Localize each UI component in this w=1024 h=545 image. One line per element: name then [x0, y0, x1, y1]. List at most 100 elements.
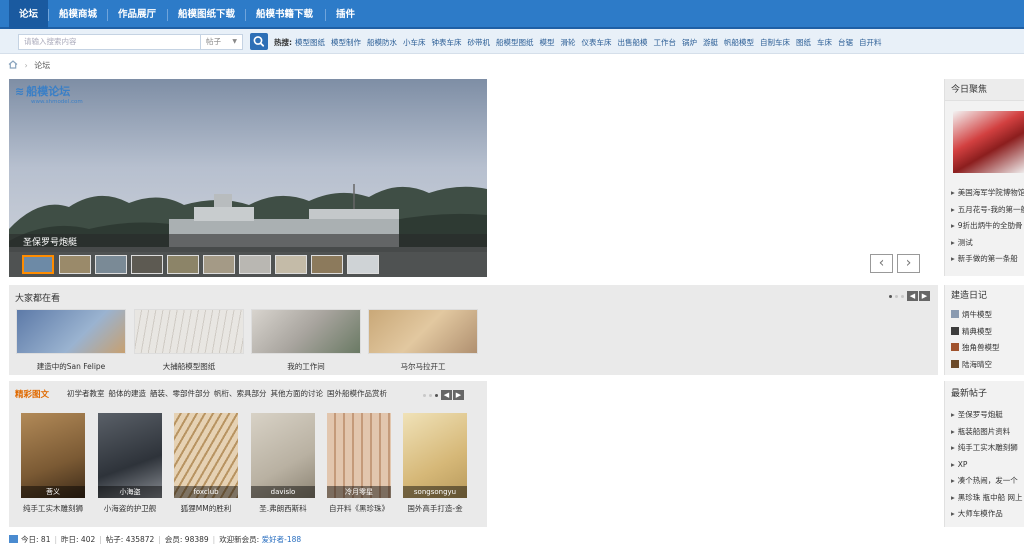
search-button[interactable]: [250, 33, 268, 50]
pager-prev-button[interactable]: ◀: [907, 291, 918, 301]
item-title[interactable]: 纯手工实木雕刻狮: [13, 503, 93, 514]
nav-drawings[interactable]: 船模图纸下载: [168, 0, 245, 29]
slide-thumb[interactable]: [275, 255, 307, 274]
item-title[interactable]: 建造中的San Felipe: [16, 361, 126, 372]
list-item[interactable]: 测试: [951, 235, 1024, 252]
hot-keyword[interactable]: 出售船模: [618, 38, 648, 47]
tab-fittings[interactable]: 舾装、零部件部分: [150, 389, 210, 398]
list-item[interactable]: 大师车模作品: [951, 506, 1024, 523]
thumb-image[interactable]: [16, 309, 126, 354]
list-item[interactable]: 精典模型: [951, 324, 1024, 341]
hot-keyword[interactable]: 砂带机: [468, 38, 491, 47]
author-name[interactable]: davislo: [251, 486, 315, 498]
prev-slide-button[interactable]: ‹: [870, 254, 893, 273]
tab-foreign[interactable]: 国外船模作品赏析: [327, 389, 387, 398]
slide-thumb[interactable]: [347, 255, 379, 274]
pager-dot[interactable]: [423, 393, 426, 397]
item-title[interactable]: 国外高手打造-金: [395, 503, 475, 514]
list-item[interactable]: 凑个热闹，发一个: [951, 473, 1024, 490]
slide-caption[interactable]: 圣保罗号炮艇: [9, 234, 487, 252]
item-title[interactable]: 马尔马拉开工: [368, 361, 478, 372]
list-item[interactable]: XP: [951, 457, 1024, 474]
hot-keyword[interactable]: 钟表车床: [432, 38, 462, 47]
nav-plugins[interactable]: 插件: [326, 0, 365, 29]
item-title[interactable]: 狐狸MM的胜利: [166, 503, 246, 514]
pager-dot[interactable]: [901, 294, 904, 298]
pager-dot[interactable]: [435, 393, 438, 397]
nav-gallery[interactable]: 作品展厅: [108, 0, 166, 29]
list-item[interactable]: 圣保罗号炮艇: [951, 407, 1024, 424]
hot-keyword[interactable]: 船模防水: [367, 38, 397, 47]
tab-beginners[interactable]: 初学者教室: [67, 389, 105, 398]
hot-keyword[interactable]: 模型: [540, 38, 555, 47]
slide-thumb[interactable]: [22, 255, 54, 274]
thumb-image[interactable]: 小海盗: [98, 413, 162, 498]
slide-thumb[interactable]: [131, 255, 163, 274]
pager-prev-button[interactable]: ◀: [441, 390, 452, 400]
list-item[interactable]: 五月花号-我的第一艘: [951, 202, 1024, 219]
hot-keyword[interactable]: 模型图纸: [295, 38, 325, 47]
thumb-image[interactable]: [251, 309, 361, 354]
thumb-image[interactable]: [368, 309, 478, 354]
hot-keyword[interactable]: 自开料: [859, 38, 882, 47]
thumb-image[interactable]: 菩义: [21, 413, 85, 498]
hot-keyword[interactable]: 小车床: [403, 38, 426, 47]
hot-keyword[interactable]: 工作台: [654, 38, 677, 47]
slide-thumb[interactable]: [167, 255, 199, 274]
list-item[interactable]: 炳牛模型: [951, 307, 1024, 324]
tab-hull[interactable]: 船体的建造: [109, 389, 147, 398]
nav-books[interactable]: 船模书籍下载: [246, 0, 323, 29]
nav-forum[interactable]: 论坛: [9, 0, 49, 29]
thumb-image[interactable]: foxclub: [174, 413, 238, 498]
pager-dot[interactable]: [429, 393, 432, 397]
author-name[interactable]: 菩义: [21, 486, 85, 498]
pager-next-button[interactable]: ▶: [919, 291, 930, 301]
item-title[interactable]: 我的工作间: [251, 361, 361, 372]
list-item[interactable]: 美国海军学院博物馆: [951, 185, 1024, 202]
author-name[interactable]: foxclub: [174, 486, 238, 498]
item-title[interactable]: 小海盗的护卫舰: [90, 503, 170, 514]
slide-thumb[interactable]: [311, 255, 343, 274]
hot-keyword[interactable]: 船模型图纸: [496, 38, 534, 47]
hot-keyword[interactable]: 滑轮: [561, 38, 576, 47]
tab-rigging[interactable]: 帆桁、索具部分: [214, 389, 267, 398]
search-type-select[interactable]: 帖子 ▼: [201, 34, 243, 50]
tab-other[interactable]: 其他方面的讨论: [271, 389, 324, 398]
author-name[interactable]: 冷月零星: [327, 486, 391, 498]
hot-keyword[interactable]: 车床: [817, 38, 832, 47]
thumb-image[interactable]: songsongyu: [403, 413, 467, 498]
new-member-link[interactable]: 爱好者-188: [262, 535, 302, 544]
thumb-image[interactable]: 冷月零星: [327, 413, 391, 498]
list-item[interactable]: 瓶装船图片资料: [951, 424, 1024, 441]
hot-keyword[interactable]: 模型制作: [331, 38, 361, 47]
pager-next-button[interactable]: ▶: [453, 390, 464, 400]
hot-keyword[interactable]: 图纸: [796, 38, 811, 47]
next-slide-button[interactable]: ›: [897, 254, 920, 273]
thumb-image[interactable]: davislo: [251, 413, 315, 498]
hot-keyword[interactable]: 游艇: [703, 38, 718, 47]
list-item[interactable]: 黑珍珠 瓶中船 网上: [951, 490, 1024, 507]
breadcrumb-current[interactable]: 论坛: [34, 61, 50, 70]
pager-dot[interactable]: [889, 294, 892, 298]
home-icon[interactable]: [8, 60, 18, 69]
author-name[interactable]: 小海盗: [98, 486, 162, 498]
nav-shop[interactable]: 船模商城: [49, 0, 107, 29]
item-title[interactable]: 大捕船模型图纸: [134, 361, 244, 372]
hot-keyword[interactable]: 台锯: [838, 38, 853, 47]
slide-thumb[interactable]: [59, 255, 91, 274]
list-item[interactable]: 陆海晴空: [951, 357, 1024, 374]
list-item[interactable]: 独角兽模型: [951, 340, 1024, 357]
list-item[interactable]: 纯手工实木雕刻狮: [951, 440, 1024, 457]
hot-keyword[interactable]: 帆船模型: [724, 38, 754, 47]
slide-thumb[interactable]: [203, 255, 235, 274]
author-name[interactable]: songsongyu: [403, 486, 467, 498]
slide-thumb[interactable]: [95, 255, 127, 274]
search-input[interactable]: 请输入搜索内容: [18, 34, 201, 50]
hot-keyword[interactable]: 仪表车床: [582, 38, 612, 47]
hot-keyword[interactable]: 锅炉: [682, 38, 697, 47]
thumb-image[interactable]: [134, 309, 244, 354]
item-title[interactable]: 自开料《黑珍珠》: [319, 503, 399, 514]
hot-keyword[interactable]: 自制车床: [760, 38, 790, 47]
list-item[interactable]: 9折出炳牛的全肋骨: [951, 218, 1024, 235]
item-title[interactable]: 圣.弗朗西斯科: [243, 503, 323, 514]
